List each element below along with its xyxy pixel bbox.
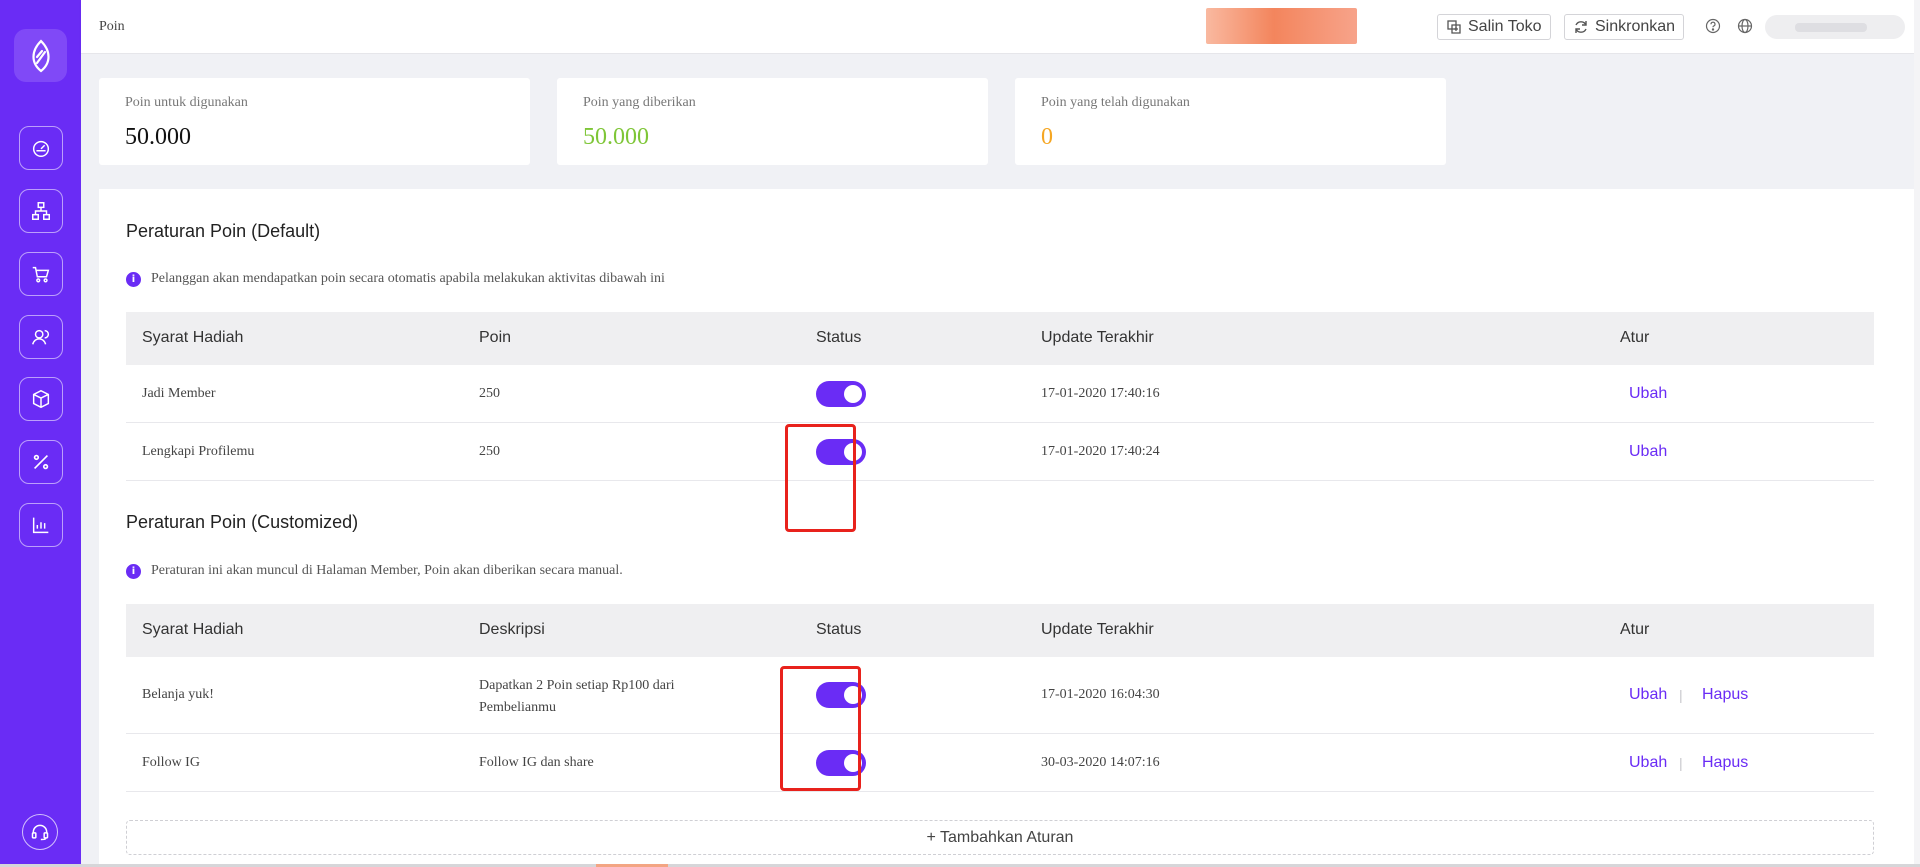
cell-condition: Follow IG [142,755,200,770]
sidebar [0,0,81,864]
report-chart-icon[interactable] [19,503,63,547]
stat-label: Poin untuk digunakan [125,95,248,110]
status-toggle[interactable] [816,381,866,407]
stat-label: Poin yang diberikan [583,95,696,110]
copy-store-icon [1447,20,1461,34]
column-header: Syarat Hadiah [142,621,244,638]
table-row: Jadi Member 250 17-01-2020 17:40:16 Ubah [126,365,1874,423]
column-header: Status [816,621,862,638]
dashboard-icon[interactable] [19,126,63,170]
rules-panel: Peraturan Poin (Default) i Pelanggan aka… [99,189,1920,865]
cell-points: 250 [479,386,500,401]
question-circle-icon[interactable] [1705,18,1721,34]
cart-icon[interactable] [19,252,63,296]
members-icon[interactable] [19,315,63,359]
sitemap-icon[interactable] [19,189,63,233]
info-icon: i [126,563,141,579]
cell-condition: Jadi Member [142,386,216,401]
table-row: Belanja yuk! Dapatkan 2 Poin setiap Rp10… [126,657,1874,734]
delete-link[interactable]: Hapus [1702,754,1748,772]
stat-card-given-points: Poin yang diberikan 50.000 [557,78,988,165]
sync-label: Sinkronkan [1595,18,1676,35]
table-header: Syarat Hadiah Deskripsi Status Update Te… [126,604,1874,657]
topbar: Poin Salin Toko Sinkronkan [81,0,1920,54]
cell-condition: Belanja yuk! [142,687,214,702]
stat-value: 0 [1041,124,1053,150]
leaf-logo-icon[interactable] [14,29,67,82]
info-icon: i [126,271,141,287]
status-toggle[interactable] [816,439,866,465]
headset-support-icon[interactable] [22,814,58,850]
table-row: Follow IG Follow IG dan share 30-03-2020… [126,734,1874,792]
table-row: Lengkapi Profilemu 250 17-01-2020 17:40:… [126,423,1874,481]
default-rules-info: i Pelanggan akan mendapatkan poin secara… [126,271,665,287]
custom-rules-table: Syarat Hadiah Deskripsi Status Update Te… [126,604,1874,792]
stat-card-used-points: Poin yang telah digunakan 0 [1015,78,1446,165]
custom-rules-title: Peraturan Poin (Customized) [126,512,359,532]
edit-link[interactable]: Ubah [1629,754,1667,772]
cell-condition: Lengkapi Profilemu [142,444,255,459]
action-separator: | [1679,687,1683,703]
column-header: Status [816,329,862,346]
stat-value: 50.000 [125,124,191,150]
discount-icon[interactable] [19,440,63,484]
cell-description: Dapatkan 2 Poin setiap Rp100 dari Pembel… [479,678,675,715]
content-area: Poin untuk digunakan 50.000 Poin yang di… [81,54,1920,865]
default-rules-table: Syarat Hadiah Poin Status Update Terakhi… [126,312,1874,481]
delete-link[interactable]: Hapus [1702,686,1748,704]
stat-card-available-points: Poin untuk digunakan 50.000 [99,78,530,165]
info-text: Peraturan ini akan muncul di Halaman Mem… [151,563,623,578]
cell-updated: 30-03-2020 14:07:16 [1041,755,1160,770]
sync-button[interactable]: Sinkronkan [1564,14,1685,40]
column-header: Atur [1620,329,1650,346]
edit-link[interactable]: Ubah [1629,443,1667,461]
info-text: Pelanggan akan mendapatkan poin secara o… [151,271,665,286]
globe-icon[interactable] [1737,18,1753,34]
column-header: Update Terakhir [1041,621,1154,638]
cell-points: 250 [479,444,500,459]
user-account-redacted[interactable] [1765,15,1905,39]
copy-store-label: Salin Toko [1468,18,1542,35]
stat-value: 50.000 [583,124,649,150]
add-rule-button[interactable]: + Tambahkan Aturan [126,820,1874,855]
cell-updated: 17-01-2020 17:40:24 [1041,444,1160,459]
cell-updated: 17-01-2020 17:40:16 [1041,386,1160,401]
table-header: Syarat Hadiah Poin Status Update Terakhi… [126,312,1874,365]
default-rules-title: Peraturan Poin (Default) [126,221,321,241]
stat-label: Poin yang telah digunakan [1041,95,1190,110]
column-header: Deskripsi [479,621,545,638]
cell-updated: 17-01-2020 16:04:30 [1041,687,1160,702]
column-header: Poin [479,329,512,346]
column-header: Syarat Hadiah [142,329,244,346]
package-icon[interactable] [19,377,63,421]
copy-store-button[interactable]: Salin Toko [1437,14,1551,40]
edit-link[interactable]: Ubah [1629,686,1667,704]
page-title: Poin [99,19,125,34]
column-header: Atur [1620,621,1650,638]
custom-rules-info: i Peraturan ini akan muncul di Halaman M… [126,563,623,579]
status-toggle[interactable] [816,750,866,776]
cell-description: Follow IG dan share [479,755,594,770]
sync-icon [1575,21,1587,33]
action-separator: | [1679,755,1683,771]
store-name-redacted [1206,8,1357,44]
column-header: Update Terakhir [1041,329,1154,346]
edit-link[interactable]: Ubah [1629,385,1667,403]
status-toggle[interactable] [816,682,866,708]
vertical-scrollbar[interactable] [1914,0,1920,864]
